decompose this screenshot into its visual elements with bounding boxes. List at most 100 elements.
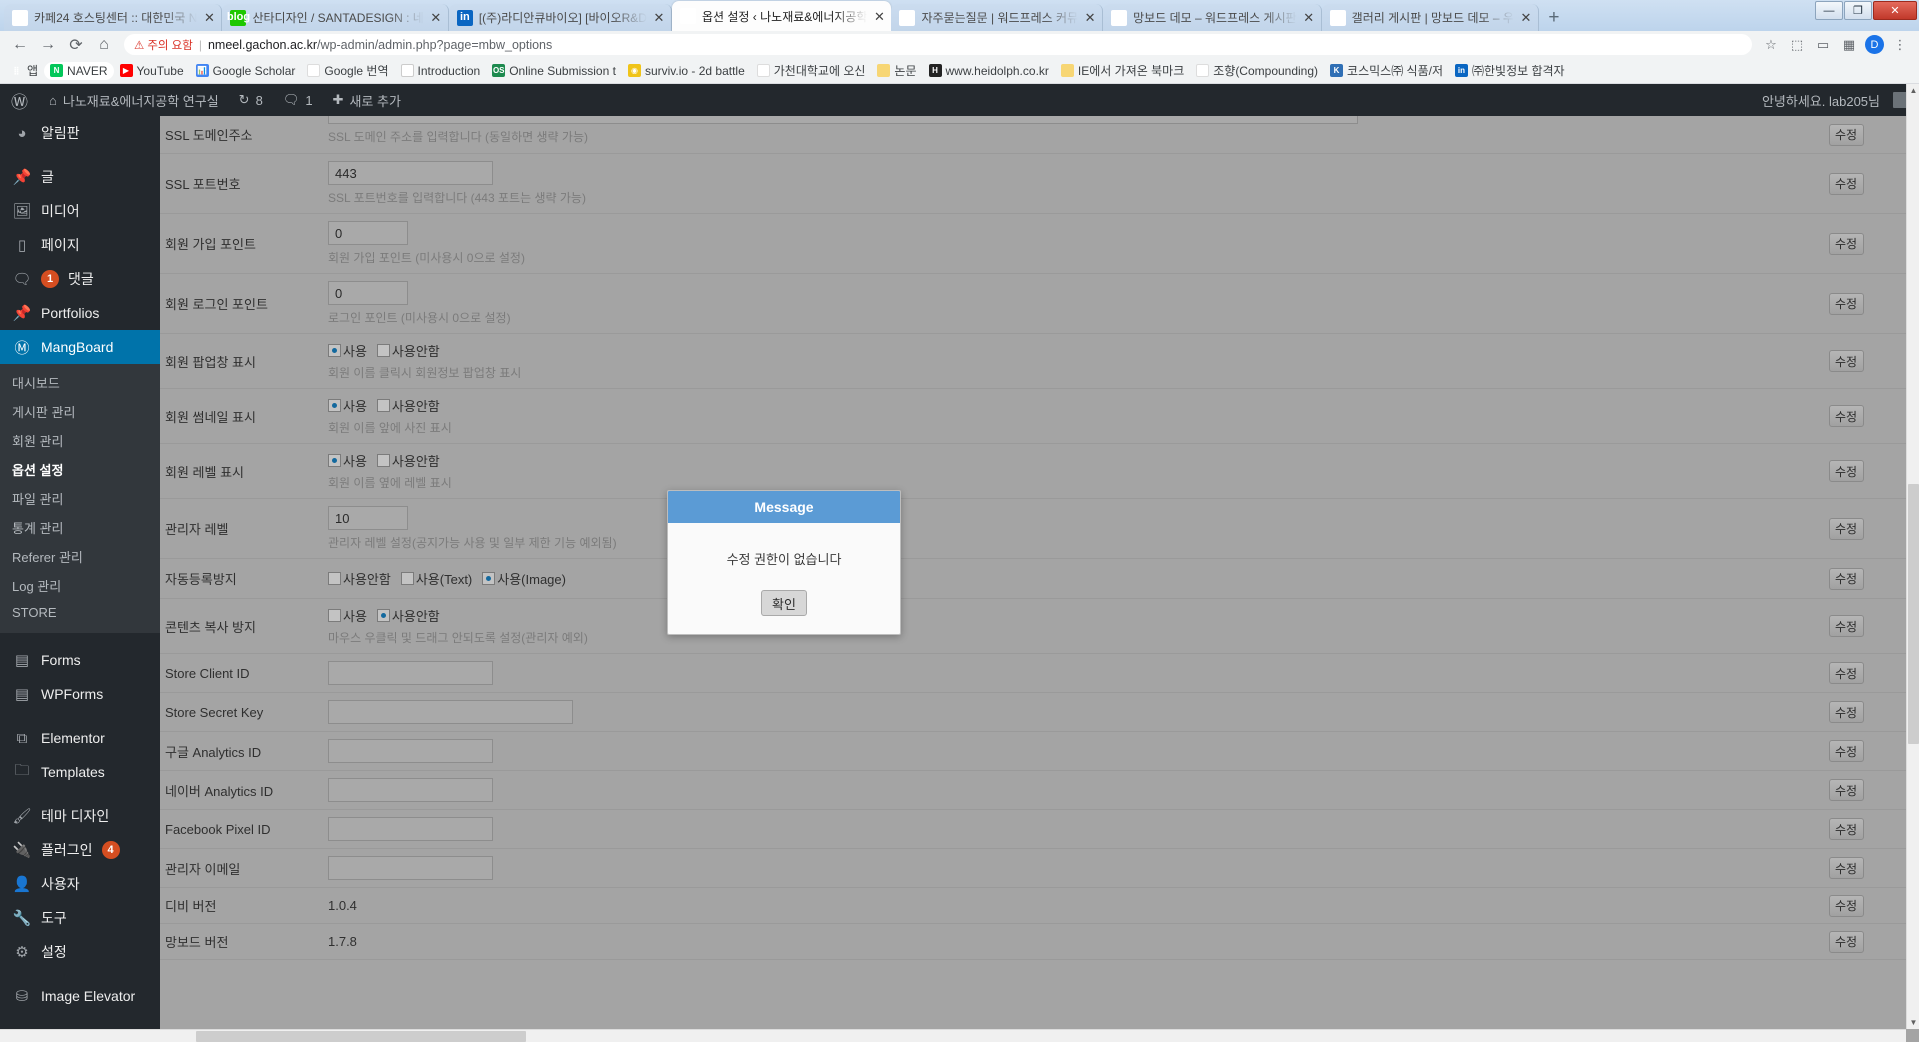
bookmark-hanbit[interactable]: in ㈜한빛정보 합격자 <box>1449 60 1571 81</box>
store-client-id-input[interactable] <box>328 661 493 685</box>
cast-icon[interactable]: ▭ <box>1810 33 1836 57</box>
howdy-menu[interactable]: 안녕하세요. lab205님 <box>1752 84 1919 116</box>
horizontal-scroll-thumb[interactable] <box>196 1031 526 1042</box>
sidebar-item-forms[interactable]: ▤ Forms <box>0 643 160 677</box>
edit-button[interactable]: 수정 <box>1828 662 1864 684</box>
browser-tab-4[interactable]: Ⓜ 자주묻는질문 | 워드프레스 커뮤 ✕ <box>891 4 1104 31</box>
sidebar-item-media[interactable]: 🖼 미디어 <box>0 194 160 228</box>
sidebar-item-theme-design[interactable]: 🖌 테마 디자인 <box>0 799 160 833</box>
radio-icon[interactable] <box>376 399 390 412</box>
sidebar-item-pages[interactable]: ▯ 페이지 <box>0 228 160 262</box>
edit-button[interactable]: 수정 <box>1828 292 1864 315</box>
bookmark-apps[interactable]: ⣿ 앱 <box>4 60 44 81</box>
browser-tab-0[interactable]: C 카페24 호스팅센터 :: 대한민국 N ✕ <box>4 4 223 31</box>
submenu-item-dashboard[interactable]: 대시보드 <box>0 368 160 397</box>
scroll-up-arrow-icon[interactable]: ▲ <box>1907 84 1919 97</box>
tab-close-icon[interactable]: ✕ <box>1520 11 1532 24</box>
tab-close-icon[interactable]: ✕ <box>1303 11 1315 24</box>
browser-tab-6[interactable]: Ⓜ 갤러리 게시판 | 망보드 데모 – 우 ✕ <box>1321 4 1539 31</box>
submenu-item-options[interactable]: 옵션 설정 <box>0 455 160 484</box>
edit-button[interactable]: 수정 <box>1828 615 1864 637</box>
star-icon[interactable]: ☆ <box>1758 33 1784 57</box>
store-secret-key-input[interactable] <box>328 700 573 724</box>
radio-option-image[interactable]: 사용(Image) <box>482 569 566 588</box>
edit-button[interactable]: 수정 <box>1828 779 1864 801</box>
sidebar-item-image-elevator[interactable]: ⛁ Image Elevator <box>0 979 160 1013</box>
updates-link[interactable]: ↻ 8 <box>229 84 273 116</box>
tab-close-icon[interactable]: ✕ <box>653 11 665 24</box>
scroll-down-arrow-icon[interactable]: ▼ <box>1907 1016 1919 1029</box>
edit-button[interactable]: 수정 <box>1828 894 1864 917</box>
new-content-link[interactable]: ✚ 새로 추가 <box>323 84 411 116</box>
sidebar-item-tools[interactable]: 🔧 도구 <box>0 901 160 935</box>
comments-link[interactable]: 🗨 1 <box>273 84 323 116</box>
radio-option-unused[interactable]: 사용안함 <box>376 396 440 415</box>
forward-icon[interactable]: → <box>34 33 62 57</box>
edit-button[interactable]: 수정 <box>1828 405 1864 427</box>
bookmark-compounding[interactable]: C 조향(Compounding) <box>1190 60 1324 81</box>
submenu-item-member-manage[interactable]: 회원 관리 <box>0 426 160 455</box>
reload-icon[interactable]: ⟳ <box>62 33 90 57</box>
menu-icon[interactable]: ⋮ <box>1887 33 1913 57</box>
facebook-pixel-id-input[interactable] <box>328 817 493 841</box>
bookmark-papers-folder[interactable]: 논문 <box>871 60 922 81</box>
radio-icon[interactable] <box>376 344 390 357</box>
edit-button[interactable]: 수정 <box>1828 818 1864 840</box>
ssl-port-input[interactable] <box>328 161 493 185</box>
submenu-item-board-manage[interactable]: 게시판 관리 <box>0 397 160 426</box>
edit-button[interactable]: 수정 <box>1828 460 1864 482</box>
tab-close-icon[interactable]: ✕ <box>203 11 215 24</box>
sidebar-item-wpforms[interactable]: ▤ WPForms <box>0 677 160 711</box>
submenu-item-file-manage[interactable]: 파일 관리 <box>0 484 160 513</box>
edit-button[interactable]: 수정 <box>1828 517 1864 540</box>
google-analytics-id-input[interactable] <box>328 739 493 763</box>
tab-close-icon[interactable]: ✕ <box>873 10 885 23</box>
browser-tab-3-active[interactable]: 🗋 옵션 설정 ‹ 나노재료&에너지공학 ✕ <box>671 1 892 31</box>
confirm-button[interactable]: 확인 <box>761 590 807 616</box>
browser-tab-2[interactable]: in [(주)라디안큐바이오] [바이오R&D ✕ <box>448 4 672 31</box>
ssl-domain-input[interactable] <box>328 116 1358 124</box>
back-icon[interactable]: ← <box>6 33 34 57</box>
bookmark-cosmics[interactable]: K 코스믹스㈜ 식품/저 <box>1324 60 1449 81</box>
sidebar-item-comments[interactable]: 🗨 1 댓글 <box>0 262 160 296</box>
bookmark-ie-folder[interactable]: IE에서 가져온 북마크 <box>1055 60 1190 81</box>
radio-option-unused[interactable]: 사용안함 <box>328 569 391 588</box>
extension-icon[interactable]: ⬚ <box>1784 33 1810 57</box>
radio-option-use[interactable]: 사용 <box>328 451 367 470</box>
maximize-button[interactable]: ❐ <box>1844 1 1872 20</box>
radio-icon-checked[interactable] <box>376 609 390 622</box>
profile-avatar[interactable]: D <box>1865 35 1884 54</box>
edit-button[interactable]: 수정 <box>1828 232 1864 255</box>
radio-icon[interactable] <box>328 609 341 622</box>
radio-icon[interactable] <box>400 572 414 585</box>
sidebar-item-settings[interactable]: ⚙ 설정 <box>0 935 160 969</box>
radio-option-unused[interactable]: 사용안함 <box>376 606 440 625</box>
admin-email-input[interactable] <box>328 856 493 880</box>
join-point-input[interactable] <box>328 221 408 245</box>
vertical-scroll-thumb[interactable] <box>1908 484 1919 744</box>
edit-button[interactable]: 수정 <box>1828 740 1864 762</box>
login-point-input[interactable] <box>328 281 408 305</box>
tab-close-icon[interactable]: ✕ <box>1084 11 1096 24</box>
address-bar[interactable]: ⚠ 주의 요함 | nmeel.gachon.ac.kr/wp-admin/ad… <box>124 34 1752 55</box>
edit-button[interactable]: 수정 <box>1828 701 1864 723</box>
edit-button[interactable]: 수정 <box>1828 857 1864 879</box>
bookmark-heidolph[interactable]: H www.heidolph.co.kr <box>923 62 1055 80</box>
bookmark-surviv[interactable]: ◉ surviv.io - 2d battle <box>622 62 751 80</box>
naver-analytics-id-input[interactable] <box>328 778 493 802</box>
bookmark-introduction[interactable]: 🗋 Introduction <box>395 62 487 80</box>
bookmark-youtube[interactable]: ▶ YouTube <box>114 62 190 80</box>
browser-tab-5[interactable]: Ⓜ 망보드 데모 – 워드프레스 게시판 ✕ <box>1103 4 1322 31</box>
wordpress-icon[interactable]: Ⓦ <box>0 88 39 113</box>
close-window-button[interactable]: ✕ <box>1873 1 1917 20</box>
sidebar-item-templates[interactable]: 🗀 Templates <box>0 755 160 789</box>
minimize-button[interactable]: — <box>1815 1 1843 20</box>
tab-close-icon[interactable]: ✕ <box>430 11 442 24</box>
browser-tab-1[interactable]: blog 산타디자인 / SANTADESIGN : 네 ✕ <box>222 4 449 31</box>
radio-option-use[interactable]: 사용 <box>328 606 367 625</box>
radio-icon-checked[interactable] <box>328 454 341 467</box>
sidebar-item-mangboard[interactable]: Ⓜ MangBoard <box>0 330 160 364</box>
submenu-item-store[interactable]: STORE <box>0 600 160 625</box>
bookmark-gachon[interactable]: C 가천대학교에 오신 <box>751 60 872 81</box>
radio-option-unused[interactable]: 사용안함 <box>376 341 440 360</box>
